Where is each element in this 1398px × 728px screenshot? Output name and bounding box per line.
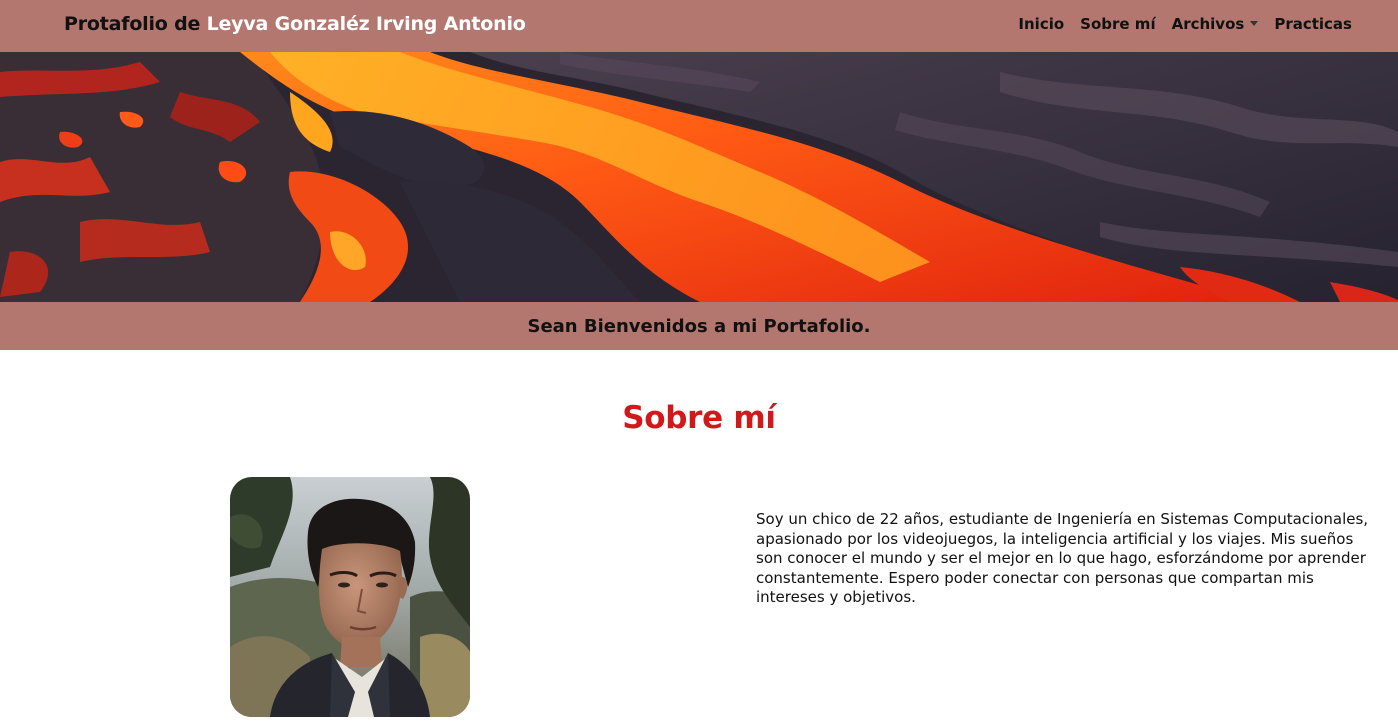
brand-prefix: Protafolio de <box>64 13 207 35</box>
profile-portrait-illustration <box>230 477 470 717</box>
welcome-band: Sean Bienvenidos a mi Portafolio. <box>0 302 1398 350</box>
caret-down-icon <box>1250 20 1259 26</box>
brand-name: Leyva Gonzaléz Irving Antonio <box>206 13 526 35</box>
nav-links: Inicio Sobre mí Archivos Practicas <box>1018 15 1352 33</box>
welcome-text: Sean Bienvenidos a mi Portafolio. <box>527 315 871 337</box>
nav-dropdown-archivos[interactable]: Archivos <box>1172 15 1259 33</box>
navbar-brand[interactable]: Protafolio de Leyva Gonzaléz Irving Anto… <box>64 13 526 35</box>
lava-flow-illustration <box>0 52 1398 302</box>
about-description: Soy un chico de 22 años, estudiante de I… <box>756 510 1369 607</box>
nav-link-sobre-mi[interactable]: Sobre mí <box>1080 15 1155 33</box>
navbar: Protafolio de Leyva Gonzaléz Irving Anto… <box>0 0 1398 52</box>
nav-link-archivos-label: Archivos <box>1171 15 1245 33</box>
section-title-sobre-mi: Sobre mí <box>622 400 776 436</box>
nav-link-inicio[interactable]: Inicio <box>1018 15 1064 33</box>
hero-banner-image <box>0 52 1398 302</box>
nav-link-practicas[interactable]: Practicas <box>1274 15 1352 33</box>
profile-photo <box>230 477 470 717</box>
